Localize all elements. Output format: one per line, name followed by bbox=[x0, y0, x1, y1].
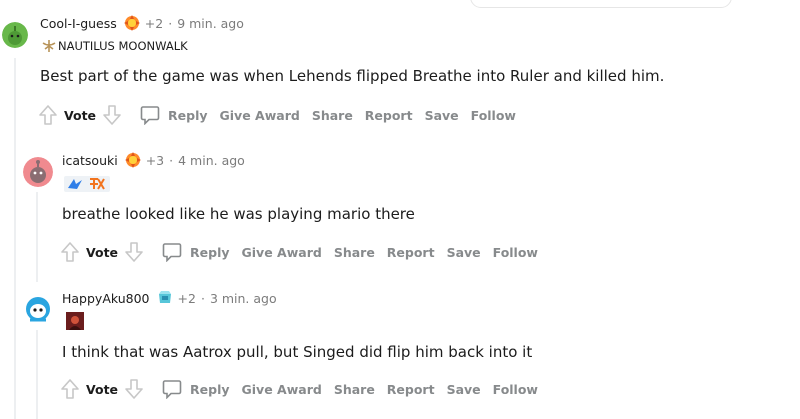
avatar[interactable] bbox=[2, 22, 28, 48]
share-button[interactable]: Share bbox=[312, 108, 353, 123]
separator-dot: · bbox=[169, 152, 174, 168]
separator-dot: · bbox=[200, 290, 205, 306]
downvote-arrow-icon[interactable] bbox=[102, 104, 122, 126]
timestamp[interactable]: 9 min. ago bbox=[177, 16, 244, 31]
user-flair bbox=[64, 176, 110, 192]
username[interactable]: HappyAku800 bbox=[62, 291, 150, 306]
thread-line[interactable] bbox=[14, 58, 16, 419]
vote-count: Vote bbox=[64, 107, 97, 123]
comment-body: Best part of the game was when Lehends f… bbox=[40, 67, 665, 85]
upvote-arrow-icon[interactable] bbox=[38, 104, 58, 126]
award-icon[interactable] bbox=[124, 151, 142, 169]
reply-button[interactable]: Reply bbox=[162, 379, 230, 399]
username[interactable]: Cool-I-guess bbox=[40, 16, 117, 31]
upvote-arrow-icon[interactable] bbox=[60, 378, 80, 400]
comment-header: icatsouki +3 · 4 min. ago bbox=[62, 151, 245, 169]
champion-flair-icon bbox=[66, 312, 84, 330]
comment-body: I think that was Aatrox pull, but Singed… bbox=[62, 343, 533, 361]
give-award-button[interactable]: Give Award bbox=[242, 382, 322, 397]
save-button[interactable]: Save bbox=[425, 108, 459, 123]
speech-bubble-icon bbox=[162, 380, 182, 399]
downvote-arrow-icon[interactable] bbox=[124, 241, 144, 263]
comment-actions: Vote Reply Give Award Share Report Save … bbox=[60, 241, 538, 263]
give-award-button[interactable]: Give Award bbox=[242, 245, 322, 260]
reply-label: Reply bbox=[190, 244, 230, 260]
award-count: +2 bbox=[177, 290, 196, 306]
upvote-arrow-icon[interactable] bbox=[60, 241, 80, 263]
thread-line[interactable] bbox=[36, 330, 38, 419]
reply-label: Reply bbox=[190, 381, 230, 397]
avatar[interactable] bbox=[22, 292, 54, 324]
timestamp[interactable]: 3 min. ago bbox=[210, 291, 277, 306]
report-button[interactable]: Report bbox=[387, 382, 435, 397]
nautilus-flair-icon bbox=[40, 38, 58, 54]
comment-header: Cool-I-guess +2 · 9 min. ago bbox=[40, 14, 244, 32]
comment-header: HappyAku800 +2 · 3 min. ago bbox=[62, 289, 277, 307]
speech-bubble-icon bbox=[162, 243, 182, 262]
vote-count: Vote bbox=[86, 381, 119, 397]
separator-dot: · bbox=[168, 15, 173, 31]
report-button[interactable]: Report bbox=[365, 108, 413, 123]
thread-line[interactable] bbox=[36, 192, 38, 282]
award-count: +2 bbox=[144, 15, 164, 31]
follow-button[interactable]: Follow bbox=[471, 108, 516, 123]
follow-button[interactable]: Follow bbox=[493, 245, 538, 260]
comment-actions: Vote Reply Give Award Share Report Save … bbox=[60, 378, 538, 400]
comment-actions: Vote Reply Give Award Share Report Save … bbox=[38, 104, 516, 126]
scroll-edge bbox=[470, 0, 732, 8]
username[interactable]: icatsouki bbox=[62, 153, 118, 168]
avatar[interactable] bbox=[23, 157, 53, 187]
share-button[interactable]: Share bbox=[334, 382, 375, 397]
reply-button[interactable]: Reply bbox=[162, 242, 230, 262]
report-button[interactable]: Report bbox=[387, 245, 435, 260]
timestamp[interactable]: 4 min. ago bbox=[178, 153, 245, 168]
team-flair-icon bbox=[64, 176, 110, 192]
vote-count: Vote bbox=[86, 244, 119, 260]
award-count: +3 bbox=[145, 152, 165, 168]
reply-button[interactable]: Reply bbox=[140, 105, 208, 125]
give-award-button[interactable]: Give Award bbox=[220, 108, 300, 123]
reply-label: Reply bbox=[168, 107, 208, 123]
follow-button[interactable]: Follow bbox=[493, 382, 538, 397]
speech-bubble-icon bbox=[140, 106, 160, 125]
comment-body: breathe looked like he was playing mario… bbox=[62, 205, 415, 223]
award-icon[interactable] bbox=[156, 289, 174, 307]
save-button[interactable]: Save bbox=[447, 245, 481, 260]
share-button[interactable]: Share bbox=[334, 245, 375, 260]
award-icon[interactable] bbox=[123, 14, 141, 32]
user-flair bbox=[66, 312, 84, 330]
downvote-arrow-icon[interactable] bbox=[124, 378, 144, 400]
save-button[interactable]: Save bbox=[447, 382, 481, 397]
flair-text: NAUTILUS MOONWALK bbox=[58, 39, 188, 53]
user-flair: NAUTILUS MOONWALK bbox=[40, 38, 188, 54]
